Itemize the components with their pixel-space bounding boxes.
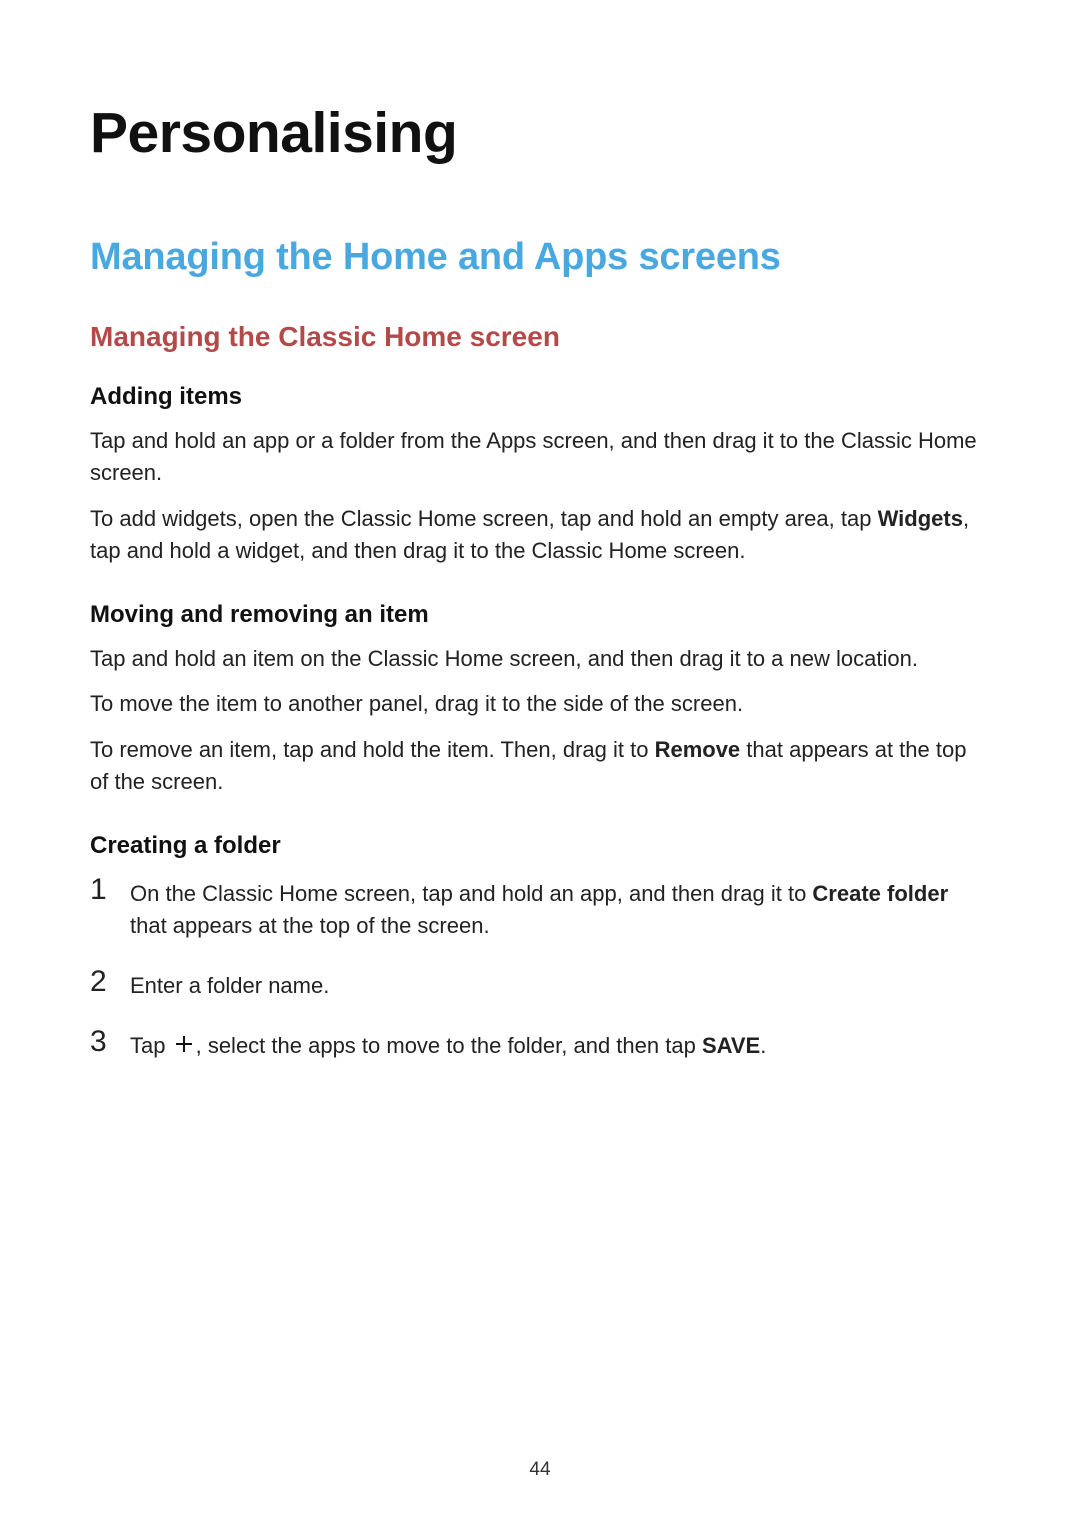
step-number: 1 bbox=[90, 874, 130, 906]
body-text: To move the item to another panel, drag … bbox=[90, 688, 990, 720]
step-row: 3 Tap , select the apps to move to the f… bbox=[90, 1026, 990, 1063]
body-text: To add widgets, open the Classic Home sc… bbox=[90, 503, 990, 567]
text-fragment: On the Classic Home screen, tap and hold… bbox=[130, 881, 812, 906]
text-fragment: To remove an item, tap and hold the item… bbox=[90, 737, 655, 762]
step-row: 1 On the Classic Home screen, tap and ho… bbox=[90, 874, 990, 942]
topic-adding-items: Adding items Tap and hold an app or a fo… bbox=[90, 383, 990, 567]
step-number: 2 bbox=[90, 966, 130, 998]
step-number: 3 bbox=[90, 1026, 130, 1058]
bold-term-save: SAVE bbox=[702, 1033, 760, 1058]
bold-term-widgets: Widgets bbox=[878, 506, 963, 531]
step-text: On the Classic Home screen, tap and hold… bbox=[130, 874, 990, 942]
text-fragment: , select the apps to move to the folder,… bbox=[196, 1033, 702, 1058]
body-text: To remove an item, tap and hold the item… bbox=[90, 734, 990, 798]
text-fragment: that appears at the top of the screen. bbox=[130, 913, 490, 938]
topic-moving-removing: Moving and removing an item Tap and hold… bbox=[90, 601, 990, 799]
section-title: Managing the Home and Apps screens bbox=[90, 236, 990, 279]
bold-term-create-folder: Create folder bbox=[812, 881, 948, 906]
step-row: 2 Enter a folder name. bbox=[90, 966, 990, 1002]
bold-term-remove: Remove bbox=[655, 737, 741, 762]
topic-heading: Creating a folder bbox=[90, 832, 990, 860]
step-text: Enter a folder name. bbox=[130, 966, 990, 1002]
document-title: Personalising bbox=[90, 100, 990, 166]
body-text: Tap and hold an item on the Classic Home… bbox=[90, 643, 990, 675]
text-fragment: . bbox=[760, 1033, 766, 1058]
body-text: Tap and hold an app or a folder from the… bbox=[90, 425, 990, 489]
step-text: Tap , select the apps to move to the fol… bbox=[130, 1026, 990, 1063]
topic-heading: Adding items bbox=[90, 383, 990, 411]
topic-creating-folder: Creating a folder 1 On the Classic Home … bbox=[90, 832, 990, 1063]
text-fragment: To add widgets, open the Classic Home sc… bbox=[90, 506, 878, 531]
plus-icon bbox=[174, 1031, 194, 1063]
subsection-title: Managing the Classic Home screen bbox=[90, 321, 990, 353]
page-number: 44 bbox=[0, 1459, 1080, 1481]
topic-heading: Moving and removing an item bbox=[90, 601, 990, 629]
text-fragment: Tap bbox=[130, 1033, 172, 1058]
